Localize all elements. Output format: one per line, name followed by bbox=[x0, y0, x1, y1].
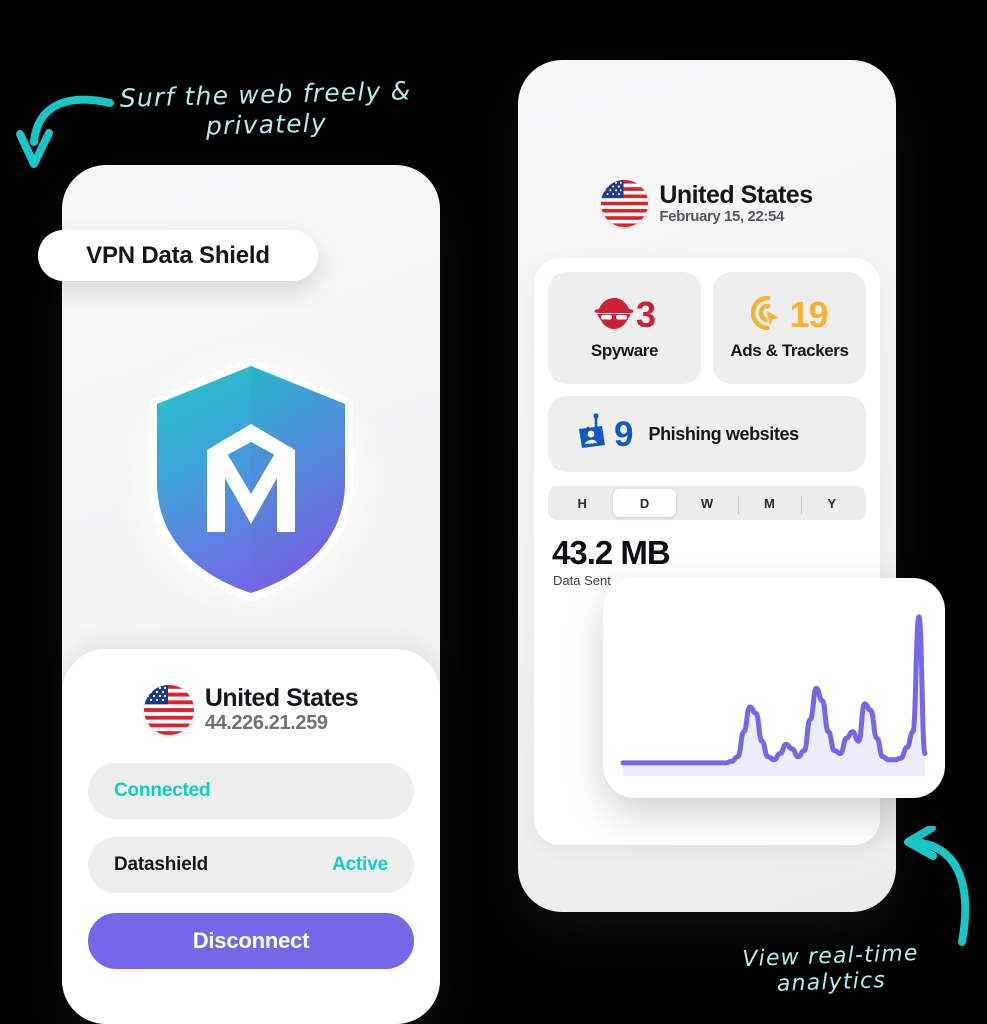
range-tab-y[interactable]: Y bbox=[800, 489, 863, 517]
stats-country-row: United States February 15, 22:54 bbox=[518, 180, 896, 227]
stat-spyware-label: Spyware bbox=[590, 340, 659, 360]
us-flag-icon bbox=[143, 685, 194, 735]
phishing-hook-icon bbox=[574, 412, 612, 456]
annotation-bottom-text: View real-time analytics bbox=[741, 940, 920, 997]
shield-logo-icon bbox=[117, 335, 385, 625]
annotation-top-text: Surf the web freely & privately bbox=[119, 76, 412, 141]
stats-header: United States February 15, 22:54 bbox=[518, 180, 896, 227]
time-range-segmented-control[interactable]: H D W M Y bbox=[548, 486, 866, 520]
ip-address: 44.226.21.259 bbox=[204, 711, 328, 734]
stat-ads-label: Ads & Trackers bbox=[730, 340, 849, 360]
stat-phishing-count: 9 bbox=[614, 414, 633, 454]
poster-canvas: Surf the web freely & privately View rea… bbox=[0, 0, 987, 1024]
status-datashield-label: Datashield bbox=[114, 854, 209, 875]
stat-spyware-count: 3 bbox=[635, 294, 656, 335]
target-cursor-icon bbox=[751, 295, 787, 335]
stat-card-phishing[interactable]: 9 Phishing websites bbox=[548, 396, 866, 472]
disconnect-button[interactable]: Disconnect bbox=[88, 913, 414, 969]
stats-country-name: United States bbox=[659, 180, 813, 209]
stat-card-spyware[interactable]: 3 Spyware bbox=[548, 272, 701, 384]
stats-timestamp: February 15, 22:54 bbox=[659, 208, 784, 225]
stat-phishing-label: Phishing websites bbox=[648, 423, 799, 444]
status-connected-label: Connected bbox=[114, 780, 211, 801]
spy-icon bbox=[594, 296, 634, 335]
range-tab-h[interactable]: H bbox=[551, 489, 613, 517]
range-tab-w[interactable]: W bbox=[676, 489, 738, 517]
data-sent-value: 43.2 MB bbox=[552, 534, 671, 571]
connection-card: United States 44.226.21.259 Connected Da… bbox=[62, 649, 440, 1024]
connection-country-text: United States 44.226.21.259 bbox=[204, 684, 359, 734]
status-row-connected[interactable]: Connected bbox=[88, 763, 414, 819]
us-flag-icon bbox=[601, 180, 649, 227]
vpn-badge-label: VPN Data Shield bbox=[86, 241, 270, 269]
range-tab-m[interactable]: M bbox=[738, 489, 800, 517]
vpn-data-shield-badge: VPN Data Shield bbox=[38, 230, 318, 281]
arrow-down-left-icon bbox=[16, 95, 114, 168]
phone-left-frame: VPN Data Shield United States 44.226.21.… bbox=[38, 165, 440, 1024]
status-row-datashield[interactable]: Datashield Active bbox=[88, 837, 414, 893]
country-name: United States bbox=[204, 684, 359, 713]
connection-country-row: United States 44.226.21.259 bbox=[88, 685, 414, 735]
stat-card-grid: 3 Spyware 19 Ads & Trackers bbox=[548, 272, 866, 384]
data-usage-chart bbox=[620, 614, 928, 776]
status-datashield-value: Active bbox=[332, 854, 388, 875]
range-tab-d[interactable]: D bbox=[613, 489, 676, 517]
stats-country-text: United States February 15, 22:54 bbox=[659, 180, 813, 226]
stat-ads-count: 19 bbox=[789, 294, 828, 335]
arrow-up-left-icon bbox=[904, 826, 970, 946]
data-usage-chart-card[interactable] bbox=[603, 578, 945, 798]
stat-card-ads-trackers[interactable]: 19 Ads & Trackers bbox=[713, 272, 866, 384]
